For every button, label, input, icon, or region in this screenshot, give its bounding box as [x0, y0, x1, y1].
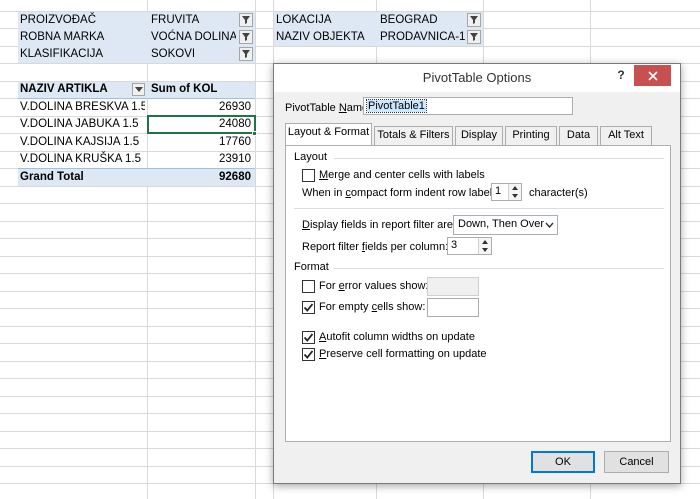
filter-icon — [242, 33, 250, 41]
indent-spinner[interactable]: 1 — [491, 183, 522, 201]
display-fields-label: Display fields in report filter area: — [302, 219, 463, 231]
pivot-value-header[interactable]: Sum of KOL — [151, 81, 251, 98]
filter-field-proizvodjac[interactable]: PROIZVOĐAČ — [20, 12, 145, 29]
close-button[interactable] — [634, 65, 671, 86]
spin-down-icon[interactable] — [509, 192, 521, 200]
filter-icon — [470, 33, 478, 41]
indent-value: 1 — [495, 185, 502, 197]
filter-dropdown-lokacija[interactable] — [467, 13, 481, 27]
filter-dropdown-klasifikacija[interactable] — [239, 47, 253, 61]
filter-fields-spinner[interactable]: 3 — [447, 237, 492, 255]
pivottable-name-field[interactable]: PivotTable1 — [363, 97, 573, 115]
spin-up-icon[interactable] — [509, 184, 521, 192]
layout-section-heading: Layout — [294, 151, 328, 163]
tab-printing[interactable]: Printing — [505, 126, 557, 145]
filter-field-lokacija[interactable]: LOKACIJA — [276, 12, 374, 29]
empty-cells-field[interactable] — [427, 298, 479, 317]
filter-icon — [242, 16, 250, 24]
checkmark-icon — [303, 333, 314, 342]
filter-fields-per-column-label: Report filter fields per column: — [302, 241, 449, 253]
display-fields-dropdown[interactable]: Down, Then Over — [453, 215, 558, 235]
layout-divider — [294, 208, 664, 209]
filter-field-klasifikacija[interactable]: KLASIFIKACIJA — [20, 46, 145, 63]
pivot-row-label[interactable]: V.DOLINA BRESKVA 1.5 — [20, 99, 145, 116]
filter-fields-spin-arrows[interactable] — [478, 238, 491, 254]
error-values-field[interactable] — [427, 277, 479, 296]
indent-label: When in compact form indent row labels: — [302, 187, 501, 199]
autofit-label: Autofit column widths on update — [319, 331, 475, 343]
dialog-titlebar[interactable]: PivotTable Options ? — [274, 64, 680, 92]
filter-dropdown-naziv-objekta[interactable] — [467, 30, 481, 44]
gridline — [255, 0, 256, 499]
filter-icon — [242, 50, 250, 58]
row-labels-dropdown[interactable] — [132, 83, 145, 96]
pivot-row-value[interactable]: 26930 — [151, 99, 251, 116]
filter-dropdown-proizvodjac[interactable] — [239, 13, 253, 27]
filter-value-robna-marka[interactable]: VOĆNA DOLINA — [151, 29, 236, 46]
pivottable-options-dialog: PivotTable Options ? PivotTable Name: Pi… — [273, 63, 681, 484]
grand-total-label[interactable]: Grand Total — [20, 169, 145, 186]
layout-section-rule — [334, 158, 664, 159]
filter-value-proizvodjac[interactable]: FRUVITA — [151, 12, 236, 29]
checkmark-icon — [303, 303, 314, 312]
filter-value-naziv-objekta[interactable]: PRODAVNICA-1 — [380, 29, 465, 46]
filter-value-lokacija[interactable]: BEOGRAD — [380, 12, 465, 29]
tab-totals-filters[interactable]: Totals & Filters — [374, 126, 453, 145]
filter-icon — [470, 16, 478, 24]
ok-button[interactable]: OK — [531, 451, 595, 473]
tab-alt-text[interactable]: Alt Text — [600, 126, 652, 145]
pivot-row-label[interactable]: V.DOLINA KRUŠKA 1.5 — [20, 151, 145, 168]
cancel-button[interactable]: Cancel — [604, 451, 669, 473]
tab-strip: Layout & Format Totals & Filters Display… — [285, 123, 671, 146]
pivot-row-header[interactable]: NAZIV ARTIKLA — [20, 81, 135, 98]
format-section-rule — [334, 268, 664, 269]
filter-value-klasifikacija[interactable]: SOKOVI — [151, 46, 236, 63]
tab-data[interactable]: Data — [559, 126, 598, 145]
pivottable-name-label: PivotTable Name: — [285, 102, 372, 114]
empty-cells-checkbox[interactable] — [302, 301, 315, 314]
spin-down-icon[interactable] — [479, 246, 491, 254]
pivottable-name-value: PivotTable1 — [366, 99, 427, 113]
merge-center-checkbox[interactable] — [302, 169, 315, 182]
empty-cells-label: For empty cells show: — [319, 301, 426, 313]
error-values-label: For error values show: — [319, 280, 429, 292]
layout-format-panel: Layout Merge and center cells with label… — [285, 145, 671, 442]
pivot-row-value[interactable]: 23910 — [151, 151, 251, 168]
tab-display[interactable]: Display — [455, 126, 503, 145]
pivot-row-value[interactable]: 17760 — [151, 134, 251, 151]
checkmark-icon — [303, 350, 314, 359]
chevron-down-icon[interactable] — [541, 216, 557, 234]
preserve-formatting-label: Preserve cell formatting on update — [319, 348, 487, 360]
indent-spin-arrows[interactable] — [508, 184, 521, 200]
autofit-checkbox[interactable] — [302, 331, 315, 344]
merge-center-label: Merge and center cells with labels — [319, 169, 485, 181]
help-button[interactable]: ? — [613, 68, 629, 86]
preserve-formatting-checkbox[interactable] — [302, 348, 315, 361]
indent-unit-label: character(s) — [529, 187, 588, 199]
close-icon — [647, 70, 658, 81]
active-cell-selection — [147, 115, 256, 134]
error-values-checkbox[interactable] — [302, 280, 315, 293]
tab-layout-format[interactable]: Layout & Format — [285, 123, 372, 145]
chevron-down-icon — [134, 86, 143, 92]
pivot-row-label[interactable]: V.DOLINA JABUKA 1.5 — [20, 116, 145, 133]
spin-up-icon[interactable] — [479, 238, 491, 246]
display-fields-value: Down, Then Over — [458, 218, 545, 230]
format-section-heading: Format — [294, 261, 329, 273]
filter-field-naziv-objekta[interactable]: NAZIV OBJEKTA — [276, 29, 374, 46]
fill-handle[interactable] — [252, 131, 257, 136]
filter-fields-value: 3 — [451, 239, 458, 251]
pivot-row-label[interactable]: V.DOLINA KAJSIJA 1.5 — [20, 134, 145, 151]
gridline — [147, 0, 148, 499]
filter-dropdown-robna-marka[interactable] — [239, 30, 253, 44]
grand-total-value[interactable]: 92680 — [151, 169, 251, 186]
filter-field-robna-marka[interactable]: ROBNA MARKA — [20, 29, 145, 46]
